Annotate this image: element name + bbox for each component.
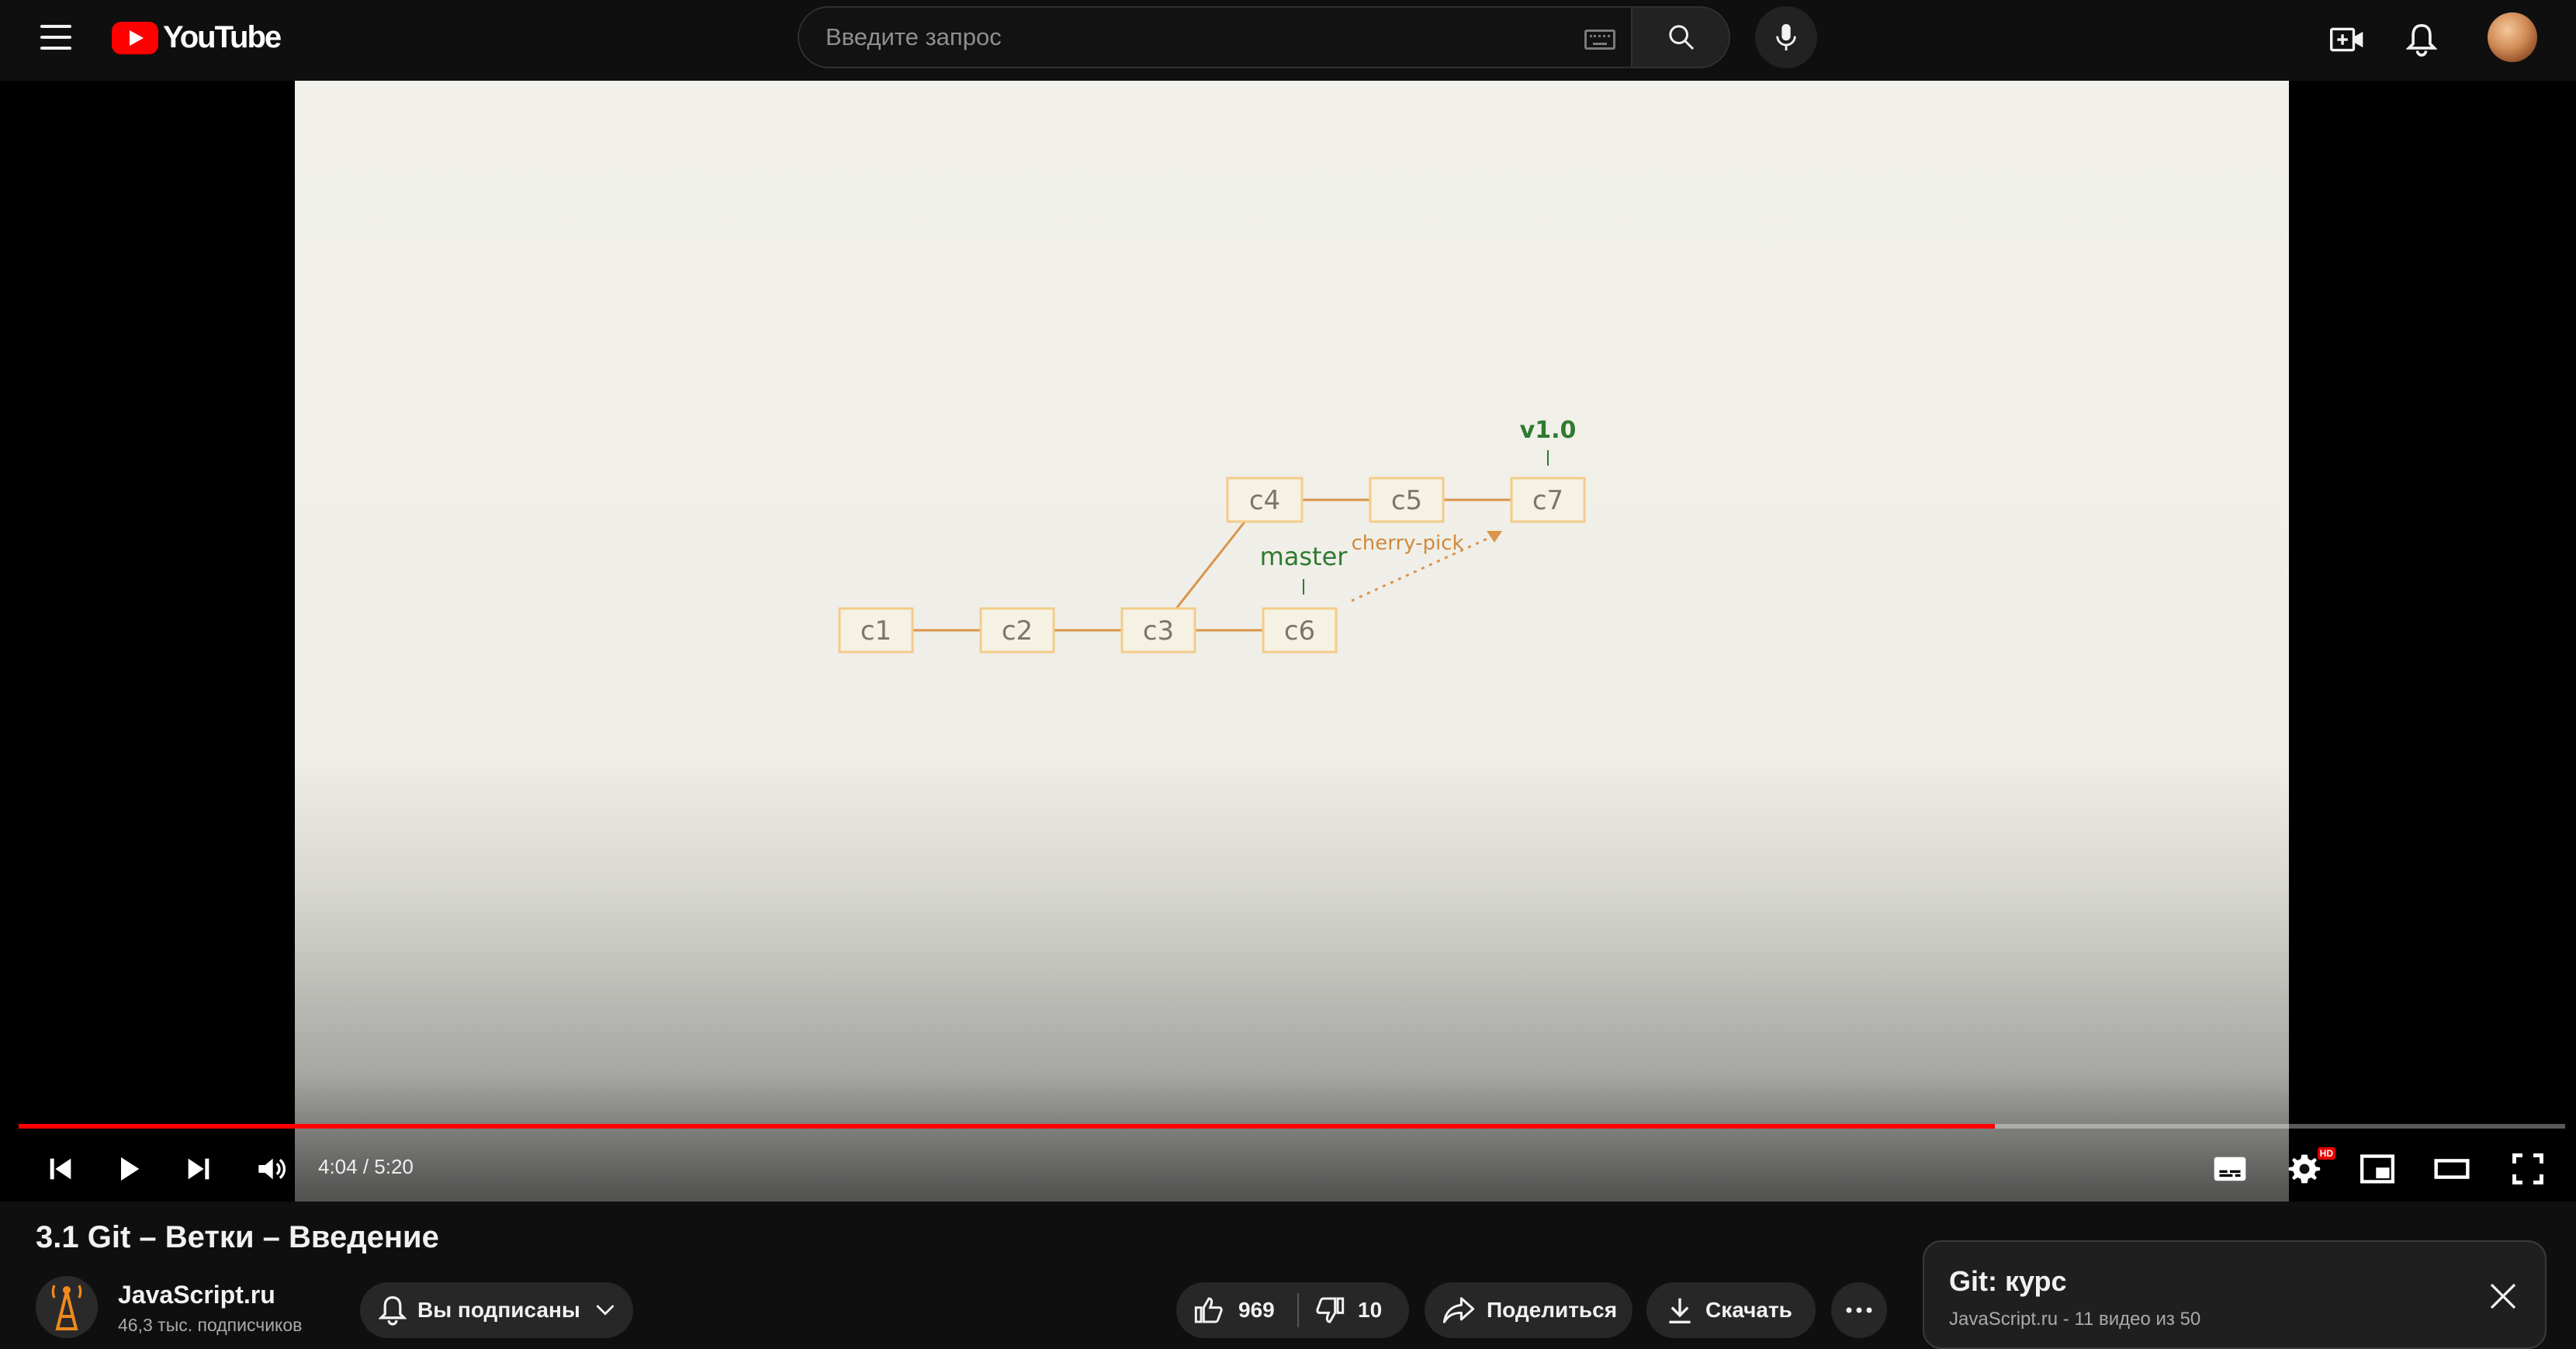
- menu-icon[interactable]: [40, 23, 71, 51]
- logo-text: YouTube: [163, 20, 282, 54]
- play-logo-icon: [112, 21, 158, 54]
- commit-label: c1: [860, 616, 892, 647]
- video-player[interactable]: cherry-pick c1 c2 c3 c4 c5 c6 c7 v1.0 ma…: [0, 81, 2576, 1202]
- play-icon: [121, 1157, 140, 1181]
- previous-button[interactable]: [37, 1144, 84, 1194]
- theater-mode-icon: [2434, 1159, 2470, 1179]
- download-button[interactable]: Скачать: [1646, 1282, 1816, 1338]
- git-branch-diagram: cherry-pick c1 c2 c3 c4 c5 c6 c7 v1.0 ma…: [838, 417, 1586, 654]
- share-label: Поделиться: [1487, 1298, 1618, 1322]
- share-button[interactable]: Поделиться: [1425, 1282, 1633, 1338]
- account-avatar[interactable]: [2488, 12, 2537, 62]
- share-icon: [1442, 1295, 1476, 1325]
- download-icon: [1667, 1295, 1693, 1325]
- cherry-pick-label: cherry-pick: [1351, 532, 1463, 555]
- like-dislike-group: 969 10: [1176, 1282, 1409, 1338]
- volume-button[interactable]: [248, 1144, 295, 1194]
- hd-badge: HD: [2317, 1147, 2335, 1160]
- top-bar: YouTube: [0, 0, 2576, 81]
- progress-bar[interactable]: [19, 1124, 2565, 1129]
- keyboard-icon[interactable]: [1584, 29, 1615, 50]
- subscribed-label: Вы подписаны: [417, 1298, 580, 1322]
- controls-shade: [0, 1077, 2576, 1202]
- skip-previous-icon: [50, 1158, 71, 1180]
- branch-master-label: master: [1260, 542, 1349, 571]
- close-icon: [2490, 1283, 2516, 1309]
- edge-c3-c4: [1175, 519, 1248, 609]
- miniplayer-icon: [2360, 1154, 2395, 1184]
- search-icon: [1669, 25, 1695, 50]
- tag-v1-label: v1.0: [1520, 417, 1577, 444]
- channel-logo-icon: [36, 1276, 98, 1338]
- like-button[interactable]: 969: [1176, 1282, 1297, 1338]
- time-display: 4:04 / 5:20: [318, 1155, 414, 1178]
- subtitles-icon: [2214, 1157, 2246, 1181]
- dislike-button[interactable]: 10: [1299, 1282, 1409, 1338]
- playlist-title[interactable]: Git: курс: [1949, 1265, 2067, 1298]
- more-actions-button[interactable]: [1831, 1282, 1887, 1338]
- search-button[interactable]: [1631, 8, 1729, 67]
- channel-name[interactable]: JavaScript.ru: [118, 1281, 275, 1309]
- gear-icon: [2288, 1154, 2321, 1184]
- thumb-up-icon: [1193, 1295, 1224, 1326]
- subscriber-count: 46,3 тыс. подписчиков: [118, 1315, 303, 1335]
- thumb-down-icon: [1314, 1295, 1345, 1326]
- commit-label: c3: [1143, 616, 1174, 647]
- cherry-pick-arrowhead: [1487, 531, 1502, 543]
- search-input[interactable]: [799, 8, 1631, 67]
- download-label: Скачать: [1705, 1298, 1792, 1322]
- fullscreen-icon: [2512, 1153, 2543, 1184]
- search-box: [798, 6, 1730, 68]
- volume-icon: [258, 1158, 286, 1180]
- create-video-icon[interactable]: [2326, 19, 2368, 61]
- commit-label: c2: [1002, 616, 1033, 647]
- video-title: 3.1 Git – Ветки – Введение: [36, 1220, 439, 1254]
- chevron-down-icon: [594, 1302, 616, 1318]
- bell-icon: [379, 1295, 407, 1326]
- commit-label: c5: [1391, 485, 1422, 516]
- miniplayer-button[interactable]: [2354, 1144, 2401, 1194]
- theater-mode-button[interactable]: [2429, 1144, 2475, 1194]
- video-frame[interactable]: cherry-pick c1 c2 c3 c4 c5 c6 c7 v1.0 ma…: [295, 81, 2289, 1202]
- channel-avatar[interactable]: [36, 1276, 98, 1338]
- subtitles-button[interactable]: [2207, 1144, 2253, 1194]
- play-button[interactable]: [106, 1144, 152, 1194]
- progress-played: [19, 1124, 1995, 1129]
- youtube-logo[interactable]: YouTube: [112, 20, 282, 55]
- voice-search-button[interactable]: [1755, 6, 1817, 68]
- dislike-count: 10: [1358, 1298, 1383, 1322]
- settings-button[interactable]: HD: [2281, 1144, 2335, 1194]
- commit-label: c6: [1284, 616, 1315, 647]
- next-button[interactable]: [175, 1144, 222, 1194]
- subscribed-button[interactable]: Вы подписаны: [360, 1282, 633, 1338]
- like-count: 969: [1238, 1298, 1275, 1322]
- close-playlist-button[interactable]: [2488, 1281, 2519, 1312]
- skip-next-icon: [188, 1158, 209, 1180]
- more-horizontal-icon: [1845, 1306, 1873, 1314]
- fullscreen-button[interactable]: [2505, 1144, 2551, 1194]
- notifications-icon[interactable]: [2401, 19, 2443, 61]
- playlist-meta: JavaScript.ru - 11 видео из 50: [1949, 1309, 2201, 1330]
- playlist-panel: Git: курс JavaScript.ru - 11 видео из 50: [1923, 1240, 2547, 1349]
- microphone-icon: [1776, 24, 1796, 50]
- commit-label: c7: [1532, 485, 1563, 516]
- commit-label: c4: [1249, 485, 1280, 516]
